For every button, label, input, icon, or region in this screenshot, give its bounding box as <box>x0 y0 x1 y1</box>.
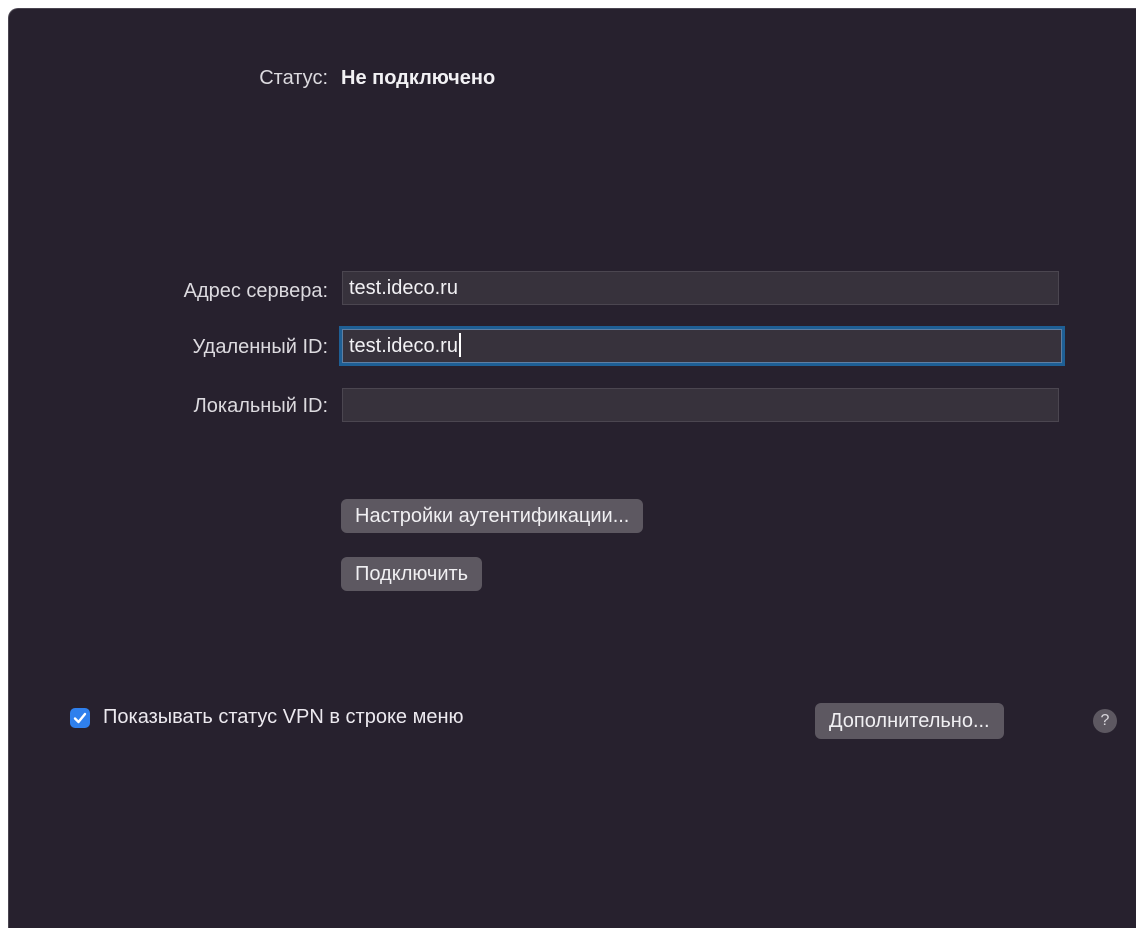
local-id-label: Локальный ID: <box>193 395 328 417</box>
status-value: Не подключено <box>341 67 496 89</box>
show-vpn-status-label: Показывать статус VPN в строке меню <box>103 706 464 728</box>
server-address-label: Адрес сервера: <box>183 280 328 302</box>
show-vpn-status-checkbox[interactable] <box>70 708 90 728</box>
server-address-value: test.ideco.ru <box>349 277 458 299</box>
text-caret <box>458 332 461 357</box>
local-id-field[interactable] <box>342 388 1059 422</box>
server-address-field[interactable]: test.ideco.ru <box>342 271 1059 305</box>
checkmark-icon <box>73 712 87 724</box>
advanced-button[interactable]: Дополнительно... <box>815 703 1004 739</box>
remote-id-value: test.ideco.ru <box>349 335 458 357</box>
status-label: Статус: <box>259 67 328 89</box>
vpn-settings-panel: Статус: Не подключено Адрес сервера: tes… <box>8 8 1136 928</box>
remote-id-label: Удаленный ID: <box>192 336 328 358</box>
remote-id-field[interactable]: test.ideco.ru <box>342 329 1062 363</box>
connect-button[interactable]: Подключить <box>341 557 483 591</box>
auth-settings-button[interactable]: Настройки аутентификации... <box>341 499 644 533</box>
help-button[interactable]: ? <box>1093 709 1117 733</box>
